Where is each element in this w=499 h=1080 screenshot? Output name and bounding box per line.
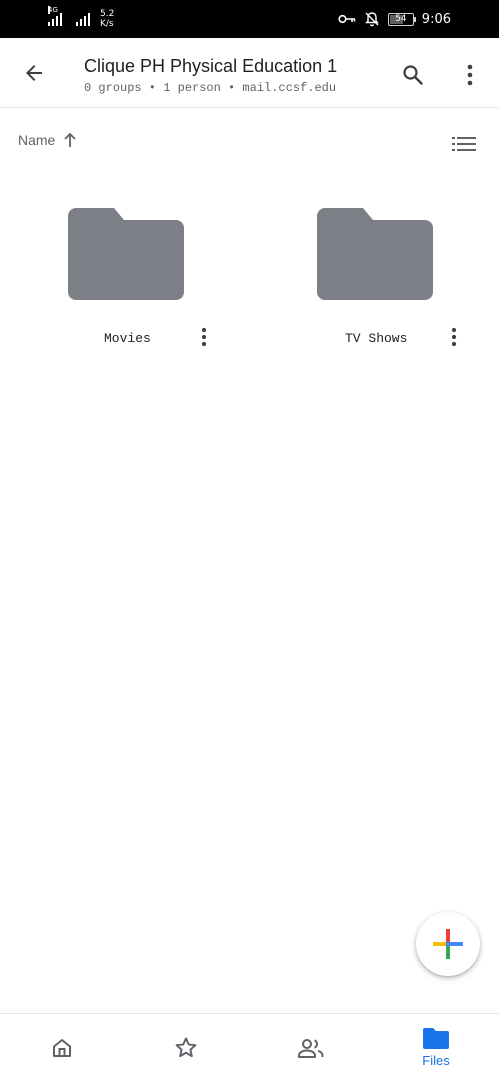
folder-item-tv-shows[interactable]: TV Shows — [260, 196, 490, 366]
view-list-icon — [452, 137, 476, 151]
more-vert-icon — [467, 64, 473, 86]
clock: 9:06 — [421, 11, 451, 27]
folder-icon — [423, 1027, 449, 1049]
arrow-upward-icon — [64, 132, 76, 147]
folder-icon — [68, 208, 184, 300]
nav-shared[interactable] — [249, 1014, 373, 1080]
status-bar: 4G 5.2 K/s 54 9:06 — [0, 0, 499, 38]
folder-more-button[interactable] — [194, 324, 214, 350]
star-icon — [175, 1036, 197, 1057]
vpn-key-icon — [338, 14, 356, 24]
more-vert-icon — [201, 327, 207, 347]
status-bar-right: 54 9:06 — [338, 8, 451, 30]
sort-label: Name — [18, 132, 56, 148]
signal-strength-2-icon — [76, 12, 90, 26]
more-vert-icon — [451, 327, 457, 347]
folder-name: Movies — [104, 331, 151, 346]
home-icon — [53, 1038, 71, 1057]
battery-icon: 54 — [387, 12, 416, 26]
notifications-off-icon — [364, 12, 379, 27]
people-icon — [298, 1038, 324, 1058]
nav-files-label: Files — [422, 1052, 450, 1068]
more-options-button[interactable] — [457, 58, 483, 92]
search-icon — [403, 65, 423, 85]
folder-icon — [317, 208, 433, 300]
page-title: Clique PH Physical Education 1 — [84, 56, 338, 76]
bottom-navigation: Files — [0, 1013, 499, 1080]
battery-level: 54 — [395, 14, 407, 24]
title-block: Clique PH Physical Education 1 0 groups … — [84, 56, 337, 95]
sort-row: Name — [0, 128, 499, 160]
add-icon — [433, 929, 463, 959]
page-subtitle: 0 groups • 1 person • mail.ccsf.edu — [84, 81, 337, 95]
network-speed: 5.2 K/s — [100, 9, 114, 29]
nav-starred[interactable] — [124, 1014, 248, 1080]
nav-home[interactable] — [0, 1014, 124, 1080]
search-button[interactable] — [396, 58, 430, 92]
back-button[interactable] — [16, 55, 52, 91]
network-speed-unit: K/s — [100, 19, 114, 29]
arrow-back-icon — [26, 65, 42, 81]
app-bar: Clique PH Physical Education 1 0 groups … — [0, 38, 499, 108]
network-type: 4G — [48, 6, 58, 14]
status-bar-left: 4G 5.2 K/s — [48, 6, 114, 32]
nav-files[interactable]: Files — [374, 1014, 498, 1080]
signal-strength-icon: 4G — [48, 6, 62, 26]
folder-more-button[interactable] — [444, 324, 464, 350]
folder-name: TV Shows — [345, 331, 408, 346]
folder-item-movies[interactable]: Movies — [11, 196, 241, 366]
list-view-button[interactable] — [450, 132, 478, 156]
new-fab-button[interactable] — [416, 912, 480, 976]
sort-by-name-button[interactable]: Name — [18, 132, 77, 148]
network-speed-value: 5.2 — [100, 9, 115, 19]
